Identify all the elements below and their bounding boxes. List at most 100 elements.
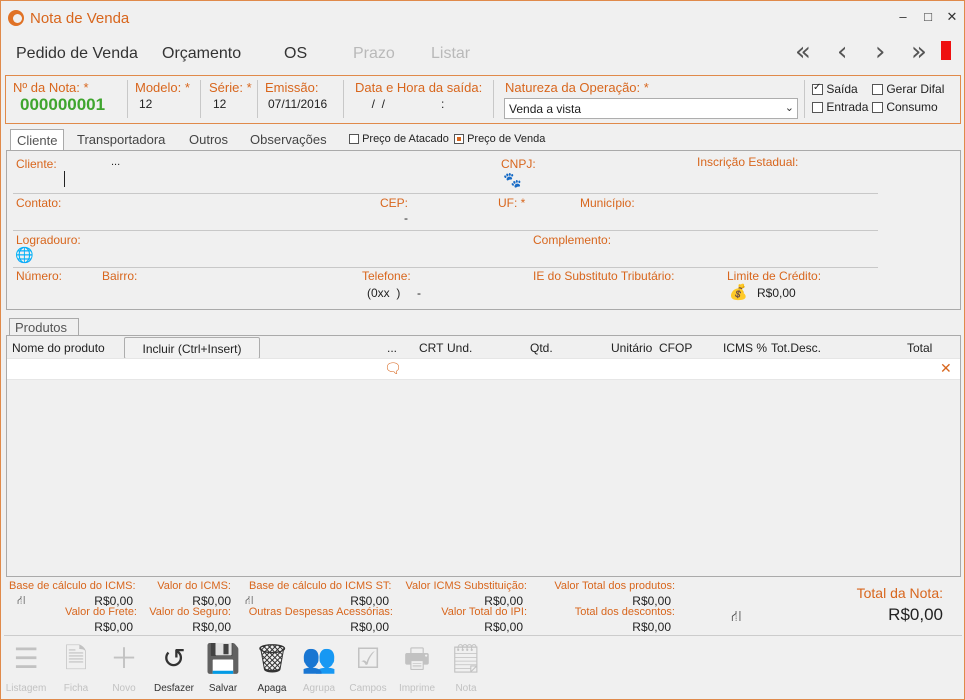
col-qtd: Qtd. <box>530 341 553 355</box>
divider <box>13 267 878 268</box>
cep-field[interactable]: - <box>404 211 408 225</box>
close-button[interactable]: ✕ <box>942 9 962 27</box>
cliente-search-button[interactable]: ... <box>111 156 120 168</box>
nota-number: 000000001 <box>20 95 106 114</box>
outras-despesas-value: R$0,00 <box>350 620 389 634</box>
col-icms: ICMS % <box>723 341 768 355</box>
preco-atacado-radio[interactable]: Preço de Atacado <box>349 133 449 145</box>
tab-cliente[interactable]: Cliente <box>10 129 65 151</box>
col-total: Total <box>907 341 933 355</box>
col-crt: CRT <box>419 341 444 355</box>
valor-total-produtos-label: Valor Total dos produtos: <box>554 580 675 592</box>
nota-label: Nº da Nota: * <box>13 80 89 95</box>
menu-listar[interactable]: Listar <box>431 45 470 63</box>
saida-label: Saída <box>826 82 858 96</box>
tab-transportadora[interactable]: Transportadora <box>71 129 171 151</box>
valor-seguro-value: R$0,00 <box>192 620 231 634</box>
imprime-button[interactable]: 🖶 Imprime <box>393 639 441 694</box>
plus-icon: ＋ <box>109 642 138 675</box>
novo-button[interactable]: ＋ Novo <box>100 639 148 694</box>
document-icon: 🗎 <box>64 642 88 675</box>
menu-prazo[interactable]: Prazo <box>353 45 395 63</box>
valor-icms-sub-label: Valor ICMS Substituição: <box>405 580 527 592</box>
cliente-input-cursor[interactable] <box>64 171 65 187</box>
numero-label: Número: <box>16 269 63 283</box>
menu-pedido-de-venda[interactable]: Pedido de Venda <box>16 45 138 63</box>
tab-produtos[interactable]: Produtos <box>9 318 79 336</box>
listagem-label: Listagem <box>5 683 47 694</box>
desfazer-button[interactable]: ↺ Desfazer <box>150 639 198 694</box>
next-record-icon[interactable]: › <box>875 37 885 67</box>
title-bar <box>1 1 964 35</box>
serie-field[interactable]: 12 <box>213 97 226 111</box>
first-record-icon[interactable]: « <box>795 37 811 67</box>
last-record-icon[interactable]: » <box>911 37 927 67</box>
divider <box>804 80 805 118</box>
limite-credito-value: R$0,00 <box>757 286 796 300</box>
bairro-label: Bairro: <box>102 269 138 283</box>
minimize-button[interactable]: – <box>893 9 913 27</box>
menu-orcamento[interactable]: Orçamento <box>162 45 241 63</box>
comment-icon[interactable]: 🗨 <box>384 360 402 377</box>
cep-label: CEP: <box>380 196 409 210</box>
agrupa-button[interactable]: 👥 Agrupa <box>295 639 343 694</box>
modelo-field[interactable]: 12 <box>139 97 152 111</box>
uf-label: UF: * <box>498 196 526 210</box>
group-icon: 👥 <box>301 642 337 675</box>
contato-label: Contato: <box>16 196 62 210</box>
globe-icon[interactable]: 🌐 <box>15 246 34 264</box>
tree-icon[interactable]: ⛙ <box>17 593 31 607</box>
divider <box>13 230 878 231</box>
preco-venda-label: Preço de Venda <box>467 133 546 145</box>
entrada-checkbox[interactable]: Entrada <box>812 100 868 114</box>
tab-observacoes[interactable]: Observações <box>244 129 333 151</box>
col-totdesc: Tot.Desc. <box>771 341 822 355</box>
gerar-difal-label: Gerar Difal <box>886 82 945 96</box>
divider <box>343 80 344 118</box>
gerar-difal-checkbox[interactable]: Gerar Difal <box>872 82 944 96</box>
campos-button[interactable]: ☑ Campos <box>344 639 392 694</box>
divider <box>257 80 258 118</box>
previous-record-icon[interactable]: ‹ <box>837 37 847 67</box>
tree-icon[interactable]: ⛙ <box>245 593 259 607</box>
tab-outros[interactable]: Outros <box>183 129 234 151</box>
valor-ipi-label: Valor Total do IPI: <box>441 606 527 618</box>
natureza-label: Natureza da Operação: * <box>505 80 649 95</box>
base-icms-label: Base de cálculo do ICMS: <box>9 580 136 592</box>
saida-checkbox[interactable]: Saída <box>812 82 858 96</box>
consumo-checkbox[interactable]: Consumo <box>872 100 938 114</box>
delete-row-icon[interactable]: ✕ <box>940 360 952 377</box>
imprime-label: Imprime <box>398 683 436 694</box>
cnpj-label: CNPJ: <box>501 157 536 171</box>
outras-despesas-label: Outras Despesas Acessórias: <box>248 606 393 618</box>
salvar-label: Salvar <box>208 683 238 694</box>
checkbox-icon <box>872 84 883 96</box>
menu-os[interactable]: OS <box>284 45 307 63</box>
modelo-label: Modelo: * <box>135 80 190 95</box>
apaga-button[interactable]: 🗑 Apaga <box>248 639 296 694</box>
table-row[interactable] <box>7 358 960 380</box>
col-cfop: CFOP <box>659 341 693 355</box>
incluir-button[interactable]: Incluir (Ctrl+Insert) <box>124 337 260 359</box>
preco-venda-radio[interactable]: Preço de Venda <box>454 133 545 145</box>
emissao-field[interactable]: 07/11/2016 <box>268 97 327 111</box>
telefone-field[interactable]: (0xx ) - <box>367 286 421 300</box>
valor-frete-label: Valor do Frete: <box>65 606 137 618</box>
natureza-operacao-select[interactable]: Venda a vista ⌄ <box>504 98 798 119</box>
checklist-icon: ☑ <box>355 642 381 675</box>
data-saida-label: Data e Hora da saída: <box>355 80 483 95</box>
nota-button[interactable]: 🗒 Nota <box>442 639 490 694</box>
limite-credito-label: Limite de Crédito: <box>727 269 822 283</box>
total-descontos-label: Total dos descontos: <box>574 606 675 618</box>
maximize-button[interactable]: □ <box>918 9 938 27</box>
paw-icon[interactable]: 🐾 <box>503 171 522 189</box>
radio-icon <box>349 134 359 145</box>
listagem-button[interactable]: ☰ Listagem <box>2 639 50 694</box>
total-nota-value: R$0,00 <box>888 605 943 624</box>
tree-icon[interactable]: ⛙ <box>731 607 745 625</box>
hora-saida-field[interactable]: : <box>441 97 444 111</box>
ficha-button[interactable]: 🗎 Ficha <box>52 639 100 694</box>
salvar-button[interactable]: 💾 Salvar <box>199 639 247 694</box>
divider <box>127 80 128 118</box>
data-saida-field[interactable]: / / <box>365 97 385 111</box>
